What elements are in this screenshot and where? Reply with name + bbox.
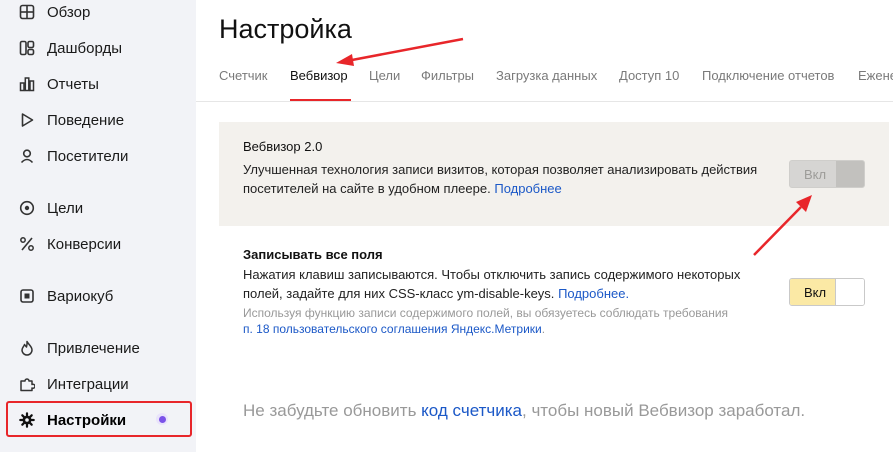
sidebar-item-reports[interactable]: Отчеты — [0, 68, 196, 100]
tab-counter[interactable]: Счетчик — [219, 68, 268, 83]
tab-goals[interactable]: Цели — [369, 68, 400, 83]
record-fields-toggle[interactable]: Вкл — [789, 278, 865, 306]
sidebar-item-label: Поведение — [47, 111, 125, 129]
sidebar-item-label: Дашборды — [47, 39, 122, 57]
page-title: Настройка — [219, 14, 352, 44]
play-icon — [18, 111, 36, 129]
sidebar-item-label: Вариокуб — [47, 287, 114, 305]
arrow-to-webvisor-tab — [336, 37, 464, 66]
webvisor-toggle[interactable]: Вкл — [789, 160, 865, 188]
record-fields-note: Используя функцию записи содержимого пол… — [243, 305, 733, 337]
toggle-label: Вкл — [804, 167, 827, 182]
footer-text-before: Не забудьте обновить — [243, 401, 417, 420]
tabs-divider — [196, 101, 893, 102]
note-text: Используя функцию записи содержимого пол… — [243, 306, 729, 320]
variocube-icon — [18, 287, 36, 305]
dashboards-icon — [18, 39, 36, 57]
sidebar-item-conversions[interactable]: Конверсии — [0, 228, 196, 260]
settings-tabs: Счетчик Вебвизор Цели Фильтры Загрузка д… — [219, 64, 893, 102]
toggle-knob — [835, 279, 864, 305]
percent-icon — [18, 235, 36, 253]
sidebar: Обзор Дашборды Отчеты Поведение Посетите… — [0, 0, 196, 452]
sidebar-item-label: Отчеты — [47, 75, 99, 93]
sidebar-item-label: Посетители — [47, 147, 129, 165]
tab-filters[interactable]: Фильтры — [421, 68, 474, 83]
sidebar-item-behavior[interactable]: Поведение — [0, 104, 196, 136]
sidebar-item-label: Конверсии — [47, 235, 122, 253]
target-icon — [18, 199, 36, 217]
reports-icon — [18, 75, 36, 93]
sidebar-item-goals[interactable]: Цели — [0, 192, 196, 224]
note-end: . — [541, 322, 546, 336]
record-fields-more-link[interactable]: Подробнее. — [558, 286, 629, 301]
counter-code-link[interactable]: код счетчика — [421, 401, 522, 420]
sidebar-item-variocube[interactable]: Вариокуб — [0, 280, 196, 312]
sidebar-item-visitors[interactable]: Посетители — [0, 140, 196, 172]
tab-report-connection[interactable]: Подключение отчетов — [702, 68, 834, 83]
puzzle-icon — [18, 375, 36, 393]
webvisor-more-link[interactable]: Подробнее — [494, 181, 561, 196]
notification-dot — [156, 413, 168, 425]
webvisor-title: Вебвизор 2.0 — [243, 139, 323, 154]
user-agreement-link[interactable]: п. 18 пользовательского соглашения Яндек… — [243, 322, 542, 336]
toggle-knob — [836, 161, 864, 187]
footer-text-after: , чтобы новый Вебвизор заработал. — [522, 401, 806, 420]
flame-icon — [18, 339, 36, 357]
update-counter-note: Не забудьте обновить код счетчика, чтобы… — [243, 401, 805, 421]
sidebar-item-integrations[interactable]: Интеграции — [0, 368, 196, 400]
tab-webvisor[interactable]: Вебвизор — [290, 68, 348, 83]
tab-access[interactable]: Доступ 10 — [619, 68, 679, 83]
sidebar-item-dashboards[interactable]: Дашборды — [0, 32, 196, 64]
grid-icon — [18, 3, 36, 21]
visitor-icon — [18, 147, 36, 165]
sidebar-item-label: Интеграции — [47, 375, 129, 393]
tab-daily[interactable]: Ежене — [858, 68, 893, 83]
record-fields-description: Нажатия клавиш записываются. Чтобы отклю… — [243, 265, 763, 303]
record-fields-text: Нажатия клавиш записываются. Чтобы отклю… — [243, 267, 741, 301]
tab-data-upload[interactable]: Загрузка данных — [496, 68, 597, 83]
sidebar-item-label: Привлечение — [47, 339, 140, 357]
record-fields-title: Записывать все поля — [243, 247, 383, 262]
sidebar-item-overview[interactable]: Обзор — [0, 0, 196, 28]
sidebar-item-label: Цели — [47, 199, 84, 217]
sidebar-item-label: Обзор — [47, 3, 91, 21]
toggle-label: Вкл — [804, 285, 827, 300]
webvisor-description: Улучшенная технология записи визитов, ко… — [243, 160, 763, 198]
sidebar-item-acquisition[interactable]: Привлечение — [0, 332, 196, 364]
